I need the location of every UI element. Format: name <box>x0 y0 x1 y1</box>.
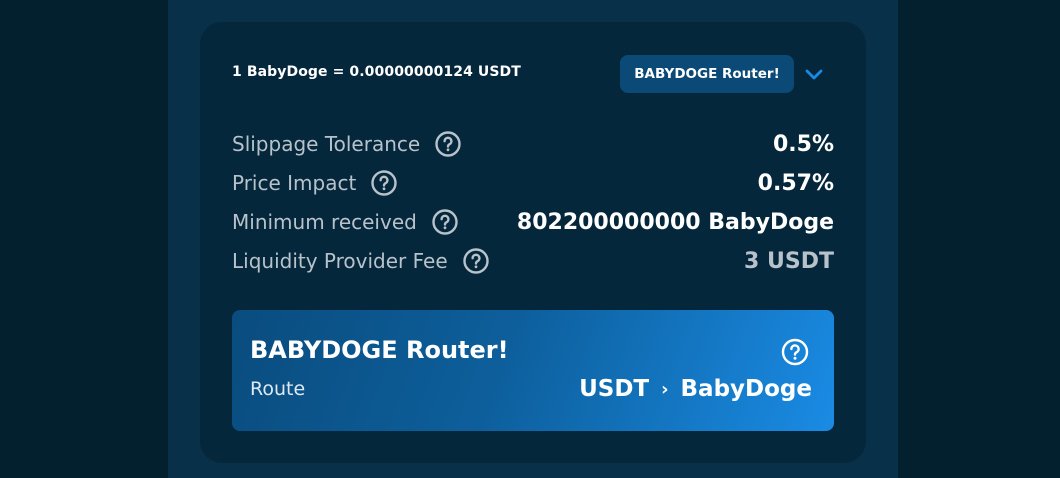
question-circle-icon[interactable] <box>431 208 459 236</box>
question-circle-icon[interactable] <box>370 169 398 197</box>
route-card-title: BABYDOGE Router! <box>250 336 509 364</box>
route-from-token: USDT <box>579 376 650 402</box>
exchange-rate-text: 1 BabyDoge = 0.00000000124 USDT <box>232 64 521 80</box>
question-circle-icon[interactable] <box>462 247 490 275</box>
route-label: Route <box>250 378 306 400</box>
price-impact-value: 0.57% <box>757 170 834 196</box>
minimum-received-row: Minimum received <box>232 207 459 237</box>
route-path: USDT › BabyDoge <box>579 376 812 402</box>
slippage-tolerance-row: Slippage Tolerance <box>232 129 462 159</box>
route-card: BABYDOGE Router! Route USDT › BabyDoge <box>232 310 834 431</box>
liquidity-provider-fee-value: 3 USDT <box>744 248 834 274</box>
slippage-tolerance-label: Slippage Tolerance <box>232 132 421 156</box>
route-to-token: BabyDoge <box>680 376 812 402</box>
liquidity-provider-fee-row: Liquidity Provider Fee <box>232 246 490 276</box>
route-separator: › <box>661 378 669 400</box>
slippage-tolerance-value: 0.5% <box>772 131 834 157</box>
question-circle-icon[interactable] <box>780 337 810 367</box>
page-background: 1 BabyDoge = 0.00000000124 USDT BABYDOGE… <box>0 0 1060 478</box>
question-circle-icon[interactable] <box>434 130 462 158</box>
minimum-received-label: Minimum received <box>232 210 417 234</box>
liquidity-provider-fee-label: Liquidity Provider Fee <box>232 249 448 273</box>
price-impact-label: Price Impact <box>232 171 357 195</box>
router-badge-button[interactable]: BABYDOGE Router! <box>620 55 794 93</box>
chevron-down-icon[interactable] <box>803 63 825 85</box>
minimum-received-value: 802200000000 BabyDoge <box>516 209 834 235</box>
price-impact-row: Price Impact <box>232 168 398 198</box>
